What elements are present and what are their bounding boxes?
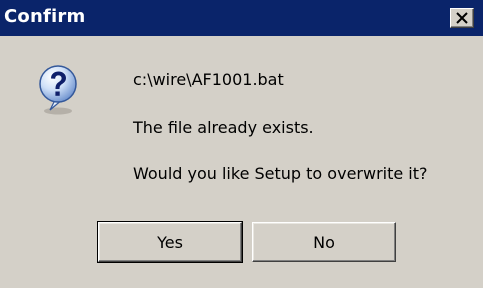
question-icon xyxy=(39,65,77,115)
overwrite-question-text: Would you like Setup to overwrite it? xyxy=(133,164,428,183)
confirm-dialog: Confirm c:\wire\AF1001.bat The file alre… xyxy=(0,0,483,288)
dialog-title: Confirm xyxy=(4,6,86,27)
file-exists-text: The file already exists. xyxy=(133,118,314,137)
yes-button[interactable]: Yes xyxy=(97,221,243,263)
close-button[interactable] xyxy=(450,8,474,28)
no-button[interactable]: No xyxy=(252,222,396,262)
file-path-text: c:\wire\AF1001.bat xyxy=(133,70,284,89)
close-icon xyxy=(456,12,468,24)
title-bar[interactable]: Confirm xyxy=(0,0,483,36)
